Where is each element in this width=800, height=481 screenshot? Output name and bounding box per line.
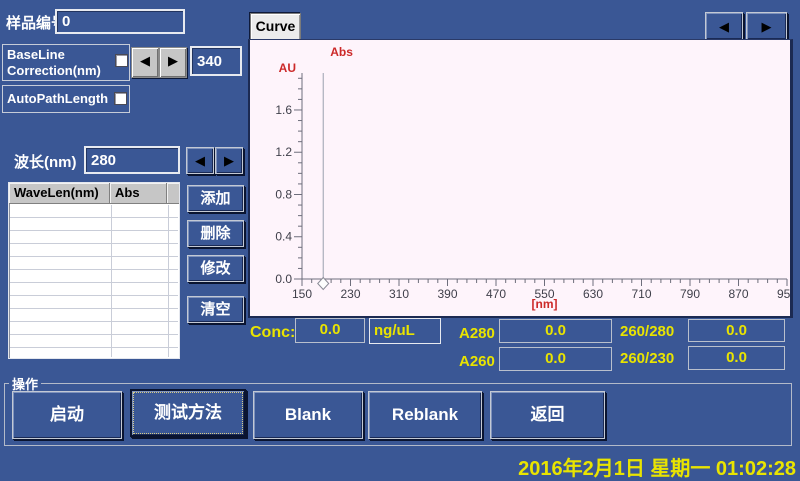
tick-label: 310 [389,287,409,301]
a260-label: A260 [459,353,495,370]
autopathlength-checkbox[interactable] [114,92,127,105]
tick-label: 710 [631,287,651,301]
table-header-row: WaveLen(nm) Abs [9,183,179,204]
left-arrow-icon: ◀ [132,48,158,74]
add-button[interactable]: 添加 [187,185,244,212]
modify-button[interactable]: 修改 [187,255,244,282]
start-button[interactable]: 启动 [12,391,122,439]
conc-unit: ng/uL [369,318,441,344]
reblank-button[interactable]: Reblank [368,391,482,439]
wavelength-increment-button[interactable]: ▶ [215,147,243,174]
tick-label: 470 [486,287,506,301]
wavelength-decrement-button[interactable]: ◀ [186,147,214,174]
curve-plot: 0.00.40.81.21.61502303103904705506307107… [250,40,790,316]
table-header-spare [167,183,179,204]
autopathlength-label: AutoPathLength [7,91,108,106]
a280-value: 0.0 [499,319,612,343]
ratio-260-280-value: 0.0 [688,319,785,342]
ratio-260-230-value: 0.0 [688,346,785,370]
blank-button[interactable]: Blank [253,391,363,439]
baseline-increment-button[interactable]: ▶ [159,47,187,78]
tick-label: 0.8 [275,187,292,201]
y-axis-title: AU [279,61,296,75]
tick-label: 950 [777,287,790,301]
chart-next-button[interactable]: ▶ [746,12,787,40]
tab-curve[interactable]: Curve [250,13,301,40]
right-arrow-icon: ▶ [160,48,186,74]
baseline-correction-group: BaseLine Correction(nm) [2,44,130,81]
autopathlength-group: AutoPathLength [2,85,130,113]
baseline-decrement-button[interactable]: ◀ [131,47,159,78]
tick-label: 0.4 [275,230,292,244]
x-axis-title: [nm] [532,297,558,311]
table-header-abs: Abs [110,183,167,204]
chart-prev-button[interactable]: ◀ [705,12,743,40]
delete-button[interactable]: 删除 [187,220,244,247]
tick-label: 870 [728,287,748,301]
ratio-260-280-label: 260/280 [620,323,674,340]
table-body[interactable] [10,205,178,357]
conc-label: Conc: [250,324,295,342]
ratio-260-230-label: 260/230 [620,350,674,367]
tick-label: 230 [340,287,360,301]
baseline-correction-checkbox[interactable] [115,54,128,67]
tick-label: 1.6 [275,103,292,117]
series-label: Abs [330,45,353,59]
sample-number-input[interactable]: 0 [55,9,185,34]
table-header-wavelen: WaveLen(nm) [9,183,110,204]
tick-label: 150 [292,287,312,301]
table-column-divider [168,205,169,357]
return-button[interactable]: 返回 [490,391,605,439]
right-arrow-icon: ▶ [216,148,242,174]
test-method-button[interactable]: 测试方法 [130,389,246,437]
a260-value: 0.0 [499,347,612,371]
baseline-correction-label: BaseLine Correction(nm) [7,47,115,79]
datetime-text: 2016年2月1日 星期一 01:02:28 [518,452,796,481]
tick-label: 0.0 [275,272,292,286]
table-column-divider [111,205,112,357]
wavelength-table[interactable]: WaveLen(nm) Abs [8,182,180,359]
a280-label: A280 [459,325,495,342]
clear-button[interactable]: 清空 [187,296,244,323]
tick-label: 790 [680,287,700,301]
right-arrow-icon: ▶ [747,13,786,40]
left-arrow-icon: ◀ [706,13,742,40]
baseline-value-input[interactable]: 340 [190,46,242,76]
tick-label: 630 [583,287,603,301]
left-arrow-icon: ◀ [187,148,213,174]
wavelength-input[interactable]: 280 [84,146,180,174]
wavelength-label: 波长(nm) [14,151,77,172]
conc-value: 0.0 [295,318,365,343]
curve-chart-panel: 0.00.40.81.21.61502303103904705506307107… [248,39,793,318]
tick-label: 390 [437,287,457,301]
tick-label: 1.2 [275,145,292,159]
